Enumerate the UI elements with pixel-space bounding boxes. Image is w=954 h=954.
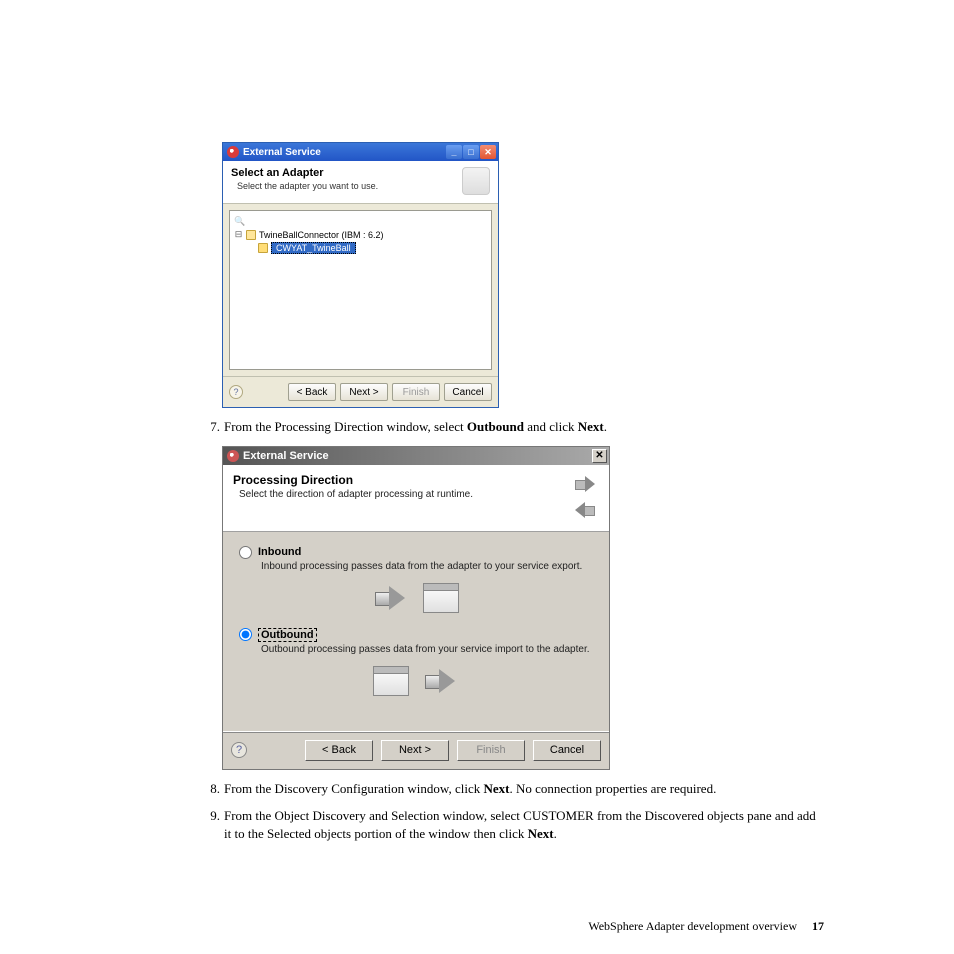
cancel-button[interactable]: Cancel [533,740,601,761]
arrow-icon [571,499,599,521]
step-text: From the Object Discovery and Selection … [224,807,824,842]
connector-icon [246,230,256,240]
back-button[interactable]: < Back [288,383,336,401]
titlebar[interactable]: External Service _ □ ✕ [223,143,498,161]
inbound-desc: Inbound processing passes data from the … [261,561,593,572]
wizard-icon [462,167,490,195]
inbound-radio-row[interactable]: Inbound [239,546,593,559]
outbound-option: Outbound Outbound processing passes data… [239,628,593,697]
step-number: 8. [200,780,224,798]
outbound-radio-row[interactable]: Outbound [239,628,593,642]
step-8: 8. From the Discovery Configuration wind… [200,780,824,798]
wizard-header: Select an Adapter Select the adapter you… [223,161,498,204]
window-icon [373,666,409,696]
cancel-button[interactable]: Cancel [444,383,492,401]
close-button[interactable]: ✕ [480,145,496,159]
adapter-tree[interactable]: 🔍 ⊟ TwineBallConnector (IBM : 6.2) CWYAT… [229,210,492,370]
titlebar[interactable]: External Service ✕ [223,447,609,465]
next-button[interactable]: Next > [381,740,449,761]
wizard-subtitle: Select the adapter you want to use. [237,181,462,191]
header-icons [571,473,599,521]
help-button[interactable]: ? [229,385,243,399]
step-7: 7. From the Processing Direction window,… [200,418,824,436]
inbound-label: Inbound [258,546,301,558]
select-adapter-dialog: External Service _ □ ✕ Select an Adapter… [222,142,499,408]
next-button[interactable]: Next > [340,383,388,401]
outbound-radio[interactable] [239,628,252,641]
app-icon [227,450,239,462]
inbound-illustration [239,582,593,614]
adapter-icon [258,243,268,253]
back-button[interactable]: < Back [305,740,373,761]
window-icon [423,583,459,613]
inbound-option: Inbound Inbound processing passes data f… [239,546,593,614]
wizard-subtitle: Select the direction of adapter processi… [239,489,473,500]
step-number: 9. [200,807,224,842]
step-number: 7. [200,418,224,436]
finish-button: Finish [392,383,440,401]
wizard-title: Processing Direction [233,473,473,487]
tree-toolbar-row: 🔍 [234,215,487,228]
page-number: 17 [812,919,824,933]
tree-selected-label: CWYAT_TwineBall [271,242,356,254]
step-9: 9. From the Object Discovery and Selecti… [200,807,824,842]
outbound-desc: Outbound processing passes data from you… [261,644,593,655]
step-text: From the Discovery Configuration window,… [224,780,824,798]
arrow-icon [571,473,599,495]
tree-parent-label: TwineBallConnector (IBM : 6.2) [259,230,384,240]
wizard-header: Processing Direction Select the directio… [223,465,609,532]
help-button[interactable]: ? [231,742,247,758]
wizard-title: Select an Adapter [231,167,462,179]
finish-button: Finish [457,740,525,761]
window-title: External Service [243,147,321,158]
footer-section: WebSphere Adapter development overview [588,919,797,933]
close-button[interactable]: ✕ [592,449,607,463]
arrow-icon [373,582,409,614]
wizard-footer: ? < Back Next > Finish Cancel [223,731,609,769]
app-icon [227,146,239,158]
inbound-radio[interactable] [239,546,252,559]
outbound-illustration [239,665,593,697]
tree-parent-row[interactable]: ⊟ TwineBallConnector (IBM : 6.2) [234,228,487,241]
arrow-icon [423,665,459,697]
tree-child-row[interactable]: CWYAT_TwineBall [234,241,487,254]
window-title: External Service [243,450,329,462]
processing-direction-dialog: External Service ✕ Processing Direction … [222,446,610,770]
page-footer: WebSphere Adapter development overview 1… [588,919,824,934]
minimize-button[interactable]: _ [446,145,462,159]
outbound-label: Outbound [258,628,317,642]
maximize-button[interactable]: □ [463,145,479,159]
wizard-footer: ? < Back Next > Finish Cancel [223,376,498,407]
step-text: From the Processing Direction window, se… [224,418,824,436]
